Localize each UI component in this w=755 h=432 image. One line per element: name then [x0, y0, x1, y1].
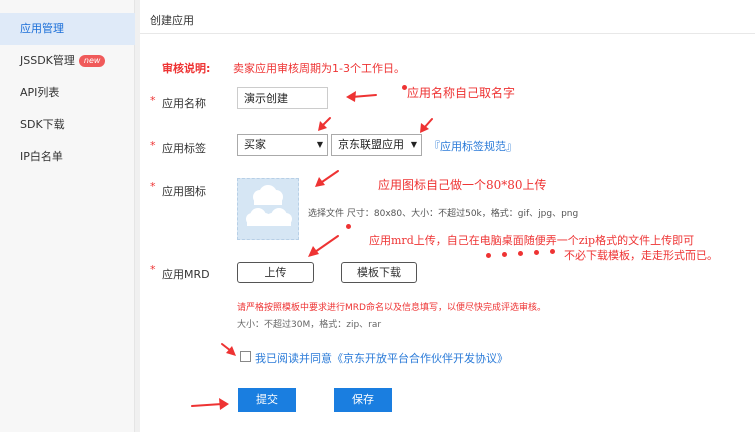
- arrow-icon: [321, 170, 339, 183]
- arrow-icon: [191, 403, 223, 407]
- arrow-head-icon: [219, 398, 229, 410]
- arrow-icon: [314, 235, 339, 253]
- annotation-arrows: [191, 91, 433, 410]
- arrow-head-icon: [346, 91, 356, 102]
